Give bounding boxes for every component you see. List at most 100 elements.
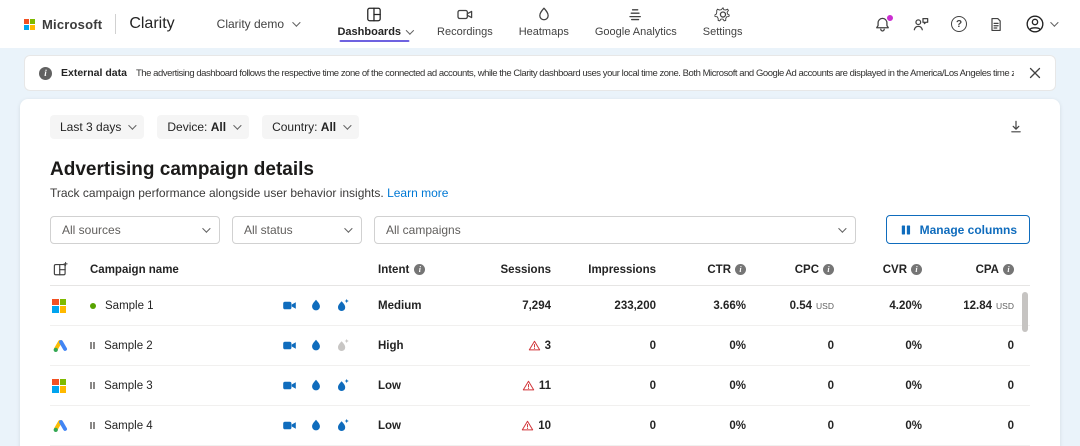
sessions-value: 7,294 (456, 300, 551, 312)
country-filter[interactable]: Country: All (262, 115, 359, 139)
cpa-value: 12.84USD (922, 300, 1014, 312)
project-name: Clarity demo (217, 17, 284, 31)
table-scrollbar[interactable] (1022, 292, 1028, 332)
status-active-icon (90, 303, 96, 309)
cvr-value: 0% (834, 420, 922, 432)
table-row[interactable]: Sample 3 Low 11 0 0% 0 0% 0 (50, 366, 1030, 406)
dashboard-card: Last 3 days Device: All Country: All Adv… (20, 99, 1060, 446)
community-feedback-button[interactable] (912, 15, 930, 33)
date-range-filter[interactable]: Last 3 days (50, 115, 144, 139)
tab-recordings[interactable]: Recordings (437, 6, 493, 42)
brand-divider (115, 14, 116, 34)
tab-dashboards[interactable]: Dashboards (337, 6, 411, 42)
tab-settings[interactable]: Settings (703, 6, 743, 42)
banner-message: The advertising dashboard follows the re… (136, 68, 1014, 79)
microsoft-wordmark: Microsoft (42, 17, 102, 32)
status-paused-icon (90, 342, 95, 349)
tab-heatmaps[interactable]: Heatmaps (519, 6, 569, 42)
chevron-down-icon (233, 121, 241, 129)
chevron-down-icon (343, 121, 351, 129)
recordings-icon[interactable] (282, 418, 297, 433)
table-controls: All sources All status All campaigns Man… (50, 215, 1030, 244)
ai-heatmap-icon-disabled (335, 338, 350, 353)
status-dropdown[interactable]: All status (232, 216, 362, 244)
col-cpc[interactable]: CPCi (746, 264, 834, 276)
campaigns-dropdown[interactable]: All campaigns (374, 216, 856, 244)
close-banner-button[interactable] (1029, 67, 1041, 79)
account-menu[interactable] (1025, 14, 1056, 34)
date-range-value: Last 3 days (60, 120, 121, 134)
col-intent[interactable]: Intenti (366, 264, 456, 276)
download-button[interactable] (1008, 119, 1024, 135)
info-icon[interactable]: i (823, 264, 834, 275)
sessions-value: 3 (456, 339, 551, 352)
warning-icon (521, 419, 534, 432)
brand: Microsoft Clarity (24, 14, 175, 34)
col-campaign-name[interactable]: Campaign name (90, 264, 282, 276)
chevron-down-icon (202, 224, 210, 232)
impressions-value: 0 (551, 340, 656, 352)
campaigns-table: Campaign name Intenti Sessions Impressio… (50, 254, 1030, 446)
warning-icon (528, 339, 541, 352)
info-icon[interactable]: i (414, 264, 425, 275)
cvr-value: 0% (834, 340, 922, 352)
notifications-button[interactable] (874, 16, 891, 33)
sources-dropdown[interactable]: All sources (50, 216, 220, 244)
chevron-down-icon (344, 224, 352, 232)
col-impressions[interactable]: Impressions (551, 264, 656, 276)
cpc-value: 0 (746, 340, 834, 352)
top-navigation-bar: Microsoft Clarity Clarity demo Dashboard… (0, 0, 1080, 48)
col-cpa[interactable]: CPAi (922, 264, 1014, 276)
project-selector[interactable]: Clarity demo (217, 17, 298, 31)
intent-value: High (366, 340, 456, 352)
ai-heatmap-icon[interactable] (335, 418, 350, 433)
warning-icon (522, 379, 535, 392)
cpa-value: 0 (922, 380, 1014, 392)
info-icon[interactable]: i (911, 264, 922, 275)
documentation-button[interactable] (988, 16, 1004, 33)
microsoft-ads-logo (52, 379, 66, 393)
recordings-icon[interactable] (282, 338, 297, 353)
recordings-icon (456, 6, 473, 23)
ai-heatmap-icon[interactable] (335, 298, 350, 313)
google-ads-logo (52, 337, 69, 354)
learn-more-link[interactable]: Learn more (387, 186, 448, 200)
ai-heatmap-icon[interactable] (335, 378, 350, 393)
campaign-name: Sample 1 (105, 300, 154, 312)
google-analytics-icon (627, 6, 644, 23)
manage-columns-button[interactable]: Manage columns (886, 215, 1030, 244)
heatmaps-icon (535, 6, 552, 23)
cvr-value: 0% (834, 380, 922, 392)
recordings-icon[interactable] (282, 298, 297, 313)
intent-value: Low (366, 380, 456, 392)
tab-google-analytics[interactable]: Google Analytics (595, 6, 677, 42)
tab-label: Google Analytics (595, 26, 677, 38)
notification-dot (886, 14, 894, 22)
chevron-down-icon (292, 18, 300, 26)
help-button[interactable]: ? (951, 16, 967, 32)
table-row[interactable]: Sample 2 High 3 0 0% 0 0% 0 (50, 326, 1030, 366)
chevron-down-icon (838, 224, 846, 232)
table-row[interactable]: Sample 4 Low 10 0 0% 0 0% 0 (50, 406, 1030, 446)
close-icon (1029, 67, 1041, 79)
heatmap-icon[interactable] (309, 418, 323, 433)
add-to-dashboard-button[interactable] (50, 261, 90, 278)
heatmap-icon[interactable] (309, 338, 323, 353)
documentation-icon (988, 16, 1004, 33)
manage-columns-label: Manage columns (920, 223, 1017, 237)
device-filter[interactable]: Device: All (157, 115, 249, 139)
microsoft-ads-logo (52, 299, 66, 313)
col-ctr[interactable]: CTRi (656, 264, 746, 276)
ctr-value: 0% (656, 420, 746, 432)
recordings-icon[interactable] (282, 378, 297, 393)
status-dropdown-value: All status (244, 223, 293, 237)
col-sessions[interactable]: Sessions (456, 264, 551, 276)
tab-label: Heatmaps (519, 26, 569, 38)
cpa-value: 0 (922, 340, 1014, 352)
info-icon[interactable]: i (1003, 264, 1014, 275)
info-icon[interactable]: i (735, 264, 746, 275)
heatmap-icon[interactable] (309, 298, 323, 313)
table-row[interactable]: Sample 1 Medium 7,294 233,200 3.66% 0.54… (50, 286, 1030, 326)
heatmap-icon[interactable] (309, 378, 323, 393)
col-cvr[interactable]: CVRi (834, 264, 922, 276)
